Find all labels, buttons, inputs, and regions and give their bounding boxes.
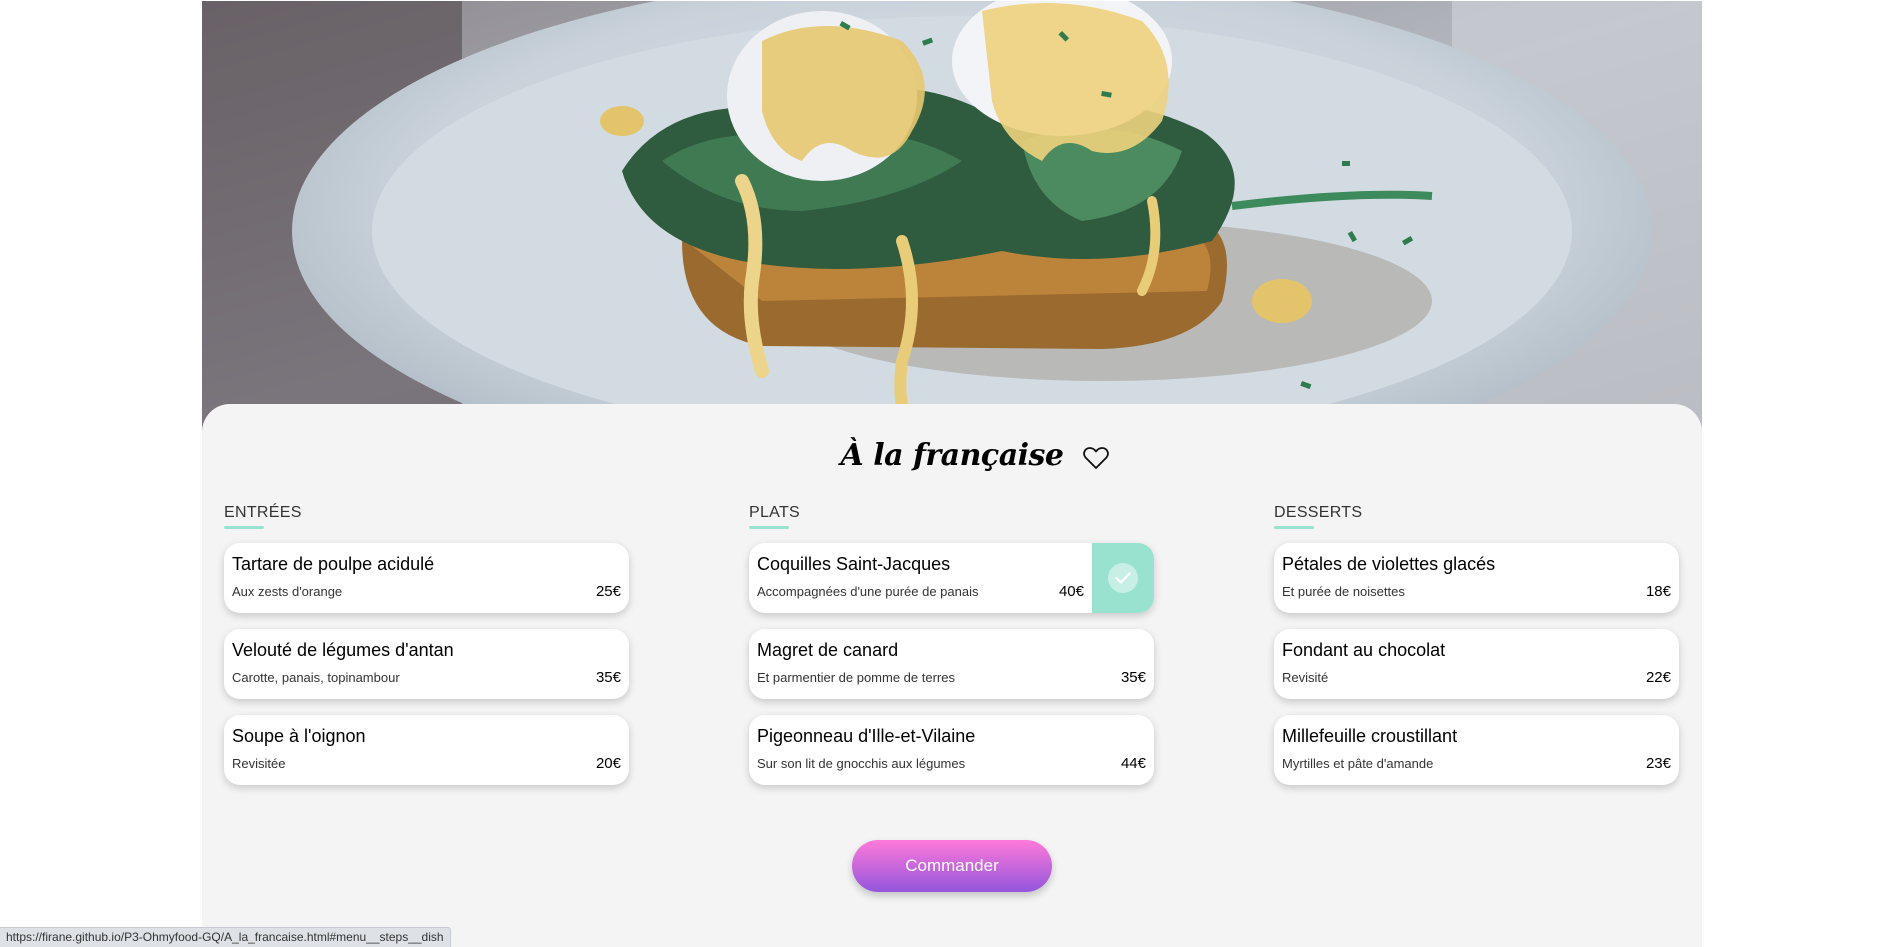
section-title: DESSERTS — [1274, 504, 1363, 521]
section-title: ENTRÉES — [224, 504, 302, 521]
section-underline — [1274, 526, 1314, 529]
restaurant-title: À la française — [840, 438, 1064, 473]
dish-card[interactable]: Fondant au chocolat Revisité 22€ — [1274, 629, 1679, 699]
dish-card-selected[interactable]: Coquilles Saint-Jacques Accompagnées d'u… — [749, 543, 1154, 613]
dish-price: 25€ — [595, 583, 621, 600]
dish-price: 35€ — [595, 669, 621, 686]
dish-description: Et purée de noisettes — [1282, 584, 1405, 599]
section-desserts: DESSERTS Pétales de violettes glacés Et … — [1274, 504, 1679, 801]
dish-card[interactable]: Soupe à l'oignon Revisitée 20€ — [224, 715, 629, 785]
dish-card[interactable]: Pigeonneau d'Ille-et-Vilaine Sur son lit… — [749, 715, 1154, 785]
order-button[interactable]: Commander — [852, 840, 1052, 892]
dish-description: Sur son lit de gnocchis aux légumes — [757, 756, 966, 771]
heart-outline-icon[interactable] — [1083, 446, 1109, 470]
dish-name: Tartare de poulpe acidulé — [232, 554, 435, 574]
dish-price: 18€ — [1645, 583, 1671, 600]
dish-name: Pigeonneau d'Ille-et-Vilaine — [757, 726, 976, 746]
dish-description: Et parmentier de pomme de terres — [757, 670, 955, 685]
dish-price: 35€ — [1120, 669, 1146, 686]
dish-description: Revisité — [1282, 670, 1329, 685]
dish-name: Soupe à l'oignon — [232, 726, 366, 746]
dish-card[interactable]: Pétales de violettes glacés Et purée de … — [1274, 543, 1679, 613]
dish-name: Fondant au chocolat — [1282, 640, 1446, 660]
dish-price: 23€ — [1645, 755, 1671, 772]
menu-title-row: À la française — [202, 436, 1702, 486]
section-underline — [224, 526, 264, 529]
section-entrees: ENTRÉES Tartare de poulpe acidulé Aux ze… — [224, 504, 629, 801]
hero-food-photo — [202, 1, 1702, 431]
check-icon — [1108, 563, 1138, 593]
dish-description: Accompagnées d'une purée de panais — [757, 584, 979, 599]
dish-price: 22€ — [1645, 669, 1671, 686]
dish-name: Millefeuille croustillant — [1282, 726, 1458, 746]
status-bar-url: https://firane.github.io/P3-Ohmyfood-GQ/… — [0, 927, 451, 947]
menu-card: À la française ENTRÉES Tartare de poulpe… — [202, 404, 1702, 947]
dish-card[interactable]: Tartare de poulpe acidulé Aux zests d'or… — [224, 543, 629, 613]
dish-price: 20€ — [595, 755, 621, 772]
section-underline — [749, 526, 789, 529]
dish-description: Myrtilles et pâte d'amande — [1282, 756, 1434, 771]
section-title: PLATS — [749, 504, 800, 521]
dish-name: Pétales de violettes glacés — [1282, 554, 1496, 574]
section-plats: PLATS Coquilles Saint-Jacques Accompagné… — [749, 504, 1154, 801]
dish-card[interactable]: Velouté de légumes d'antan Carotte, pana… — [224, 629, 629, 699]
restaurant-page: À la française ENTRÉES Tartare de poulpe… — [202, 1, 1702, 947]
dish-card[interactable]: Magret de canard Et parmentier de pomme … — [749, 629, 1154, 699]
dish-description: Revisitée — [232, 756, 286, 771]
dish-description: Carotte, panais, topinambour — [232, 670, 400, 685]
hero-image — [202, 1, 1702, 431]
dish-name: Magret de canard — [757, 640, 899, 660]
dish-name: Velouté de légumes d'antan — [232, 640, 454, 660]
dish-price: 44€ — [1120, 755, 1146, 772]
dish-description: Aux zests d'orange — [232, 584, 343, 599]
dish-price: 40€ — [1058, 583, 1084, 600]
dish-card[interactable]: Millefeuille croustillant Myrtilles et p… — [1274, 715, 1679, 785]
dish-name: Coquilles Saint-Jacques — [757, 554, 951, 574]
selected-indicator — [1092, 543, 1154, 613]
